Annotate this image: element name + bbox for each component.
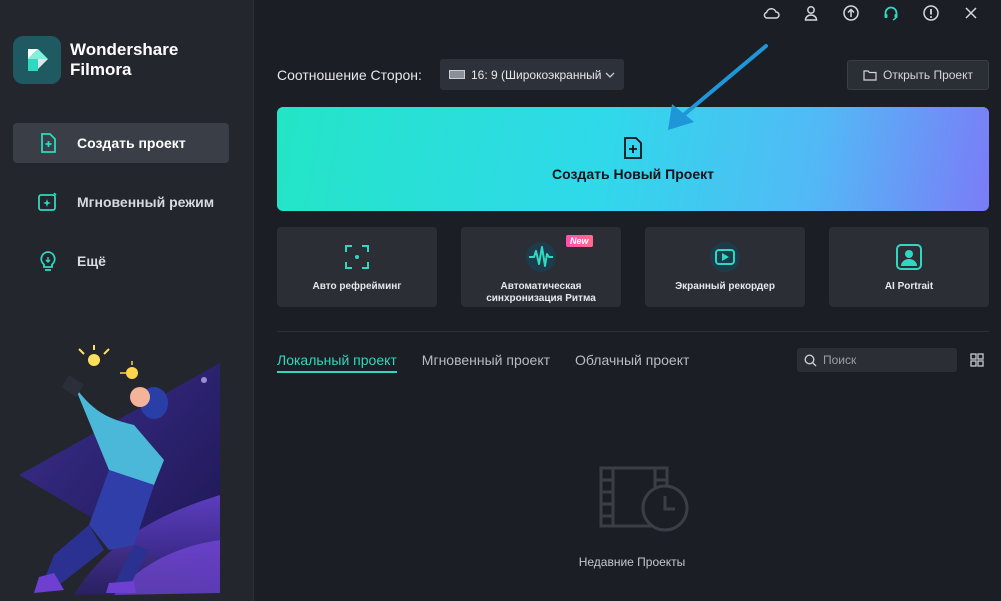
filmora-logo-icon bbox=[13, 36, 61, 84]
tool-label: Экранный рекордер bbox=[675, 281, 775, 292]
aspect-ratio-select[interactable]: 16: 9 (Широкоэкранный bbox=[440, 59, 624, 90]
info-icon[interactable] bbox=[911, 2, 951, 24]
film-clock-icon bbox=[599, 466, 689, 532]
new-project-icon bbox=[41, 133, 56, 153]
search-icon bbox=[804, 353, 817, 366]
create-new-project-button[interactable]: Создать Новый Проект bbox=[277, 107, 989, 211]
widescreen-icon bbox=[449, 70, 465, 79]
tool-label: AI Portrait bbox=[884, 281, 934, 292]
empty-state: Недавние Проекты bbox=[560, 466, 704, 569]
cloud-icon[interactable] bbox=[751, 2, 791, 24]
brand-line-1: Wondershare bbox=[70, 40, 179, 59]
lightbulb-icon bbox=[40, 251, 56, 271]
search-box bbox=[797, 348, 957, 372]
sidebar: Wondershare Filmora Создать проект Мгнов… bbox=[0, 0, 254, 601]
open-project-button[interactable]: Открыть Проект bbox=[847, 60, 989, 90]
tab-local-project[interactable]: Локальный проект bbox=[277, 352, 397, 373]
headset-icon[interactable] bbox=[871, 2, 911, 24]
screen-recorder-icon bbox=[708, 240, 742, 274]
section-divider bbox=[277, 331, 989, 332]
sidebar-item-label: Ещё bbox=[77, 252, 106, 269]
tool-label: Авто рефрейминг bbox=[312, 281, 402, 292]
upload-icon[interactable] bbox=[831, 2, 871, 24]
chevron-down-icon bbox=[605, 72, 615, 78]
sidebar-nav: Создать проект Мгновенный режим Ещё bbox=[13, 123, 229, 294]
sidebar-item-more[interactable]: Ещё bbox=[13, 241, 229, 281]
tool-beat-sync[interactable]: New Автоматическая синхронизация Ритма bbox=[461, 227, 621, 307]
auto-reframe-icon bbox=[340, 240, 374, 274]
aspect-ratio-label: Соотношение Сторон: bbox=[277, 67, 422, 83]
app-logo: Wondershare Filmora bbox=[13, 36, 178, 84]
sidebar-item-create-project[interactable]: Создать проект bbox=[13, 123, 229, 163]
titlebar-icons bbox=[751, 2, 991, 24]
close-icon[interactable] bbox=[951, 2, 991, 24]
recent-projects-label: Недавние Проекты bbox=[578, 555, 686, 569]
instant-mode-icon bbox=[38, 192, 57, 211]
new-file-icon bbox=[624, 137, 642, 159]
pointer-arrow-icon bbox=[668, 44, 768, 130]
beat-sync-icon bbox=[524, 240, 558, 274]
open-project-label: Открыть Проект bbox=[883, 68, 973, 82]
tool-screen-recorder[interactable]: Экранный рекордер bbox=[645, 227, 805, 307]
project-tabs: Локальный проект Мгновенный проект Облач… bbox=[277, 352, 714, 373]
tab-cloud-project[interactable]: Облачный проект bbox=[575, 352, 689, 373]
search-input[interactable] bbox=[823, 353, 943, 367]
tool-label: Автоматическая синхронизация Ритма bbox=[486, 281, 596, 304]
aspect-ratio-value: 16: 9 (Широкоэкранный bbox=[471, 67, 602, 82]
brand-line-2: Filmora bbox=[70, 60, 132, 79]
promo-illustration bbox=[19, 345, 220, 595]
folder-icon bbox=[863, 70, 877, 81]
sidebar-item-label: Мгновенный режим bbox=[77, 193, 215, 210]
sidebar-item-instant-mode[interactable]: Мгновенный режим bbox=[13, 176, 229, 228]
user-icon[interactable] bbox=[791, 2, 831, 24]
tools-row: Авто рефрейминг New Автоматическая синхр… bbox=[277, 227, 989, 307]
tool-ai-portrait[interactable]: AI Portrait bbox=[829, 227, 989, 307]
create-new-project-label: Создать Новый Проект bbox=[552, 166, 714, 182]
tool-auto-reframe[interactable]: Авто рефрейминг bbox=[277, 227, 437, 307]
new-badge: New bbox=[566, 235, 593, 247]
tab-instant-project[interactable]: Мгновенный проект bbox=[422, 352, 550, 373]
grid-view-icon[interactable] bbox=[970, 353, 984, 367]
sidebar-item-label: Создать проект bbox=[77, 134, 186, 151]
ai-portrait-icon bbox=[892, 240, 926, 274]
